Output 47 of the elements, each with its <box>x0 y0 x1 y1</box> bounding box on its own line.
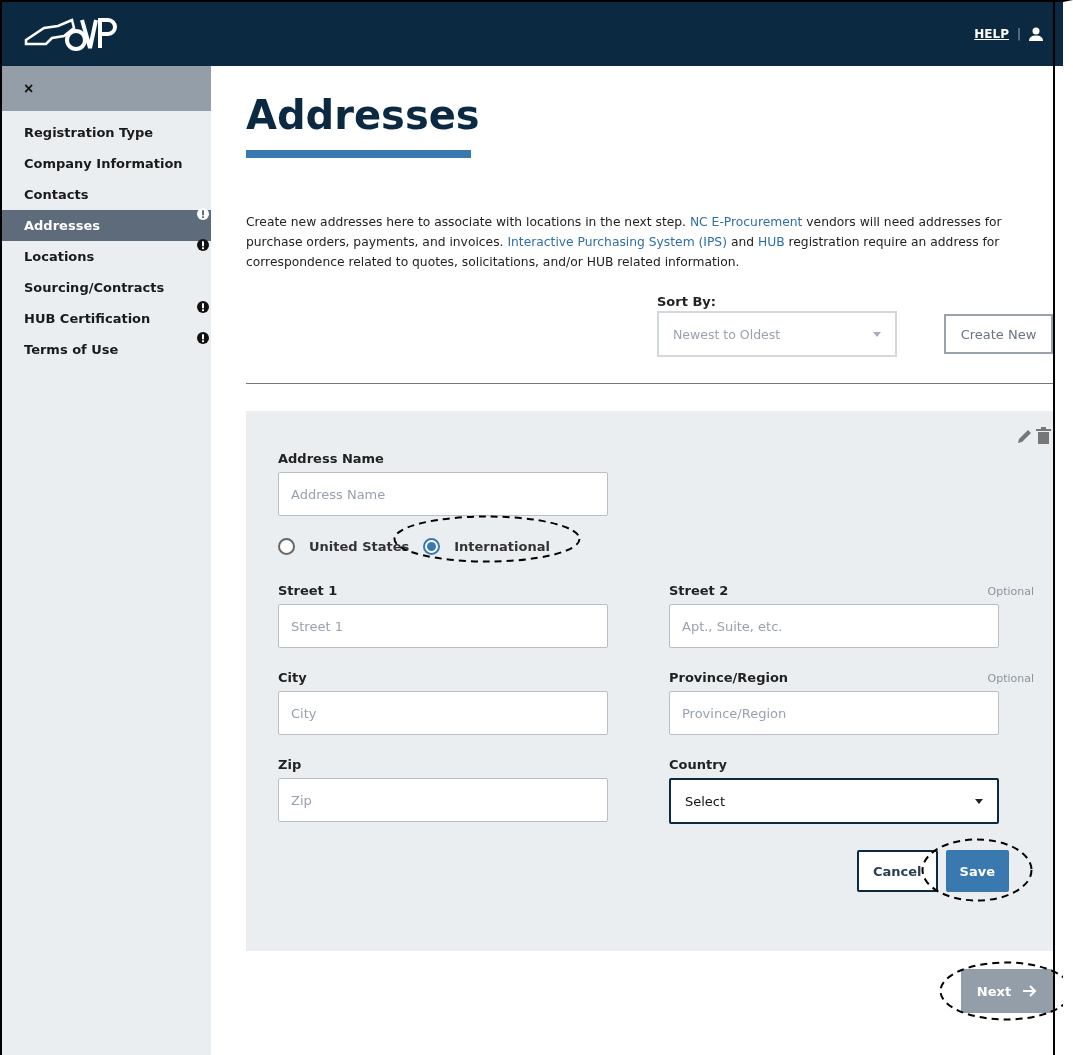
text-field[interactable]: Street 1 <box>278 604 608 648</box>
arrow-right-icon <box>1023 985 1038 997</box>
address-name-field[interactable]: Address Name <box>278 472 608 516</box>
alert-icon <box>197 208 209 220</box>
cancel-button[interactable]: Cancel <box>857 850 938 892</box>
field-label: Address Name <box>278 451 385 466</box>
caret-icon <box>975 798 983 804</box>
text-field[interactable]: Zip <box>278 778 608 822</box>
field-label: City <box>278 670 307 685</box>
caret-icon <box>873 331 881 337</box>
intro-paragraph: Create new addresses here to associate with locations in the next step. NC E-Procurement vendors will need addresses for purchase orders, payments, and invoices. Interactive Purchasing System (IPS) and HUB registration require an address for correspondence related to quotes, solicitations, and/or HUB related information. <box>246 214 1003 271</box>
radio-option[interactable]: United States <box>278 538 410 555</box>
sidebar-item[interactable]: HUB Certification <box>2 303 211 334</box>
field-label: Street 2 <box>669 583 729 598</box>
sort-label: Sort By: <box>657 294 718 309</box>
intro-link[interactable]: Interactive Purchasing System (IPS) <box>507 235 727 249</box>
intro-link[interactable]: HUB <box>757 235 785 249</box>
separator: | <box>1016 27 1021 41</box>
field-label: Country <box>669 757 728 772</box>
alert-icon <box>197 301 209 313</box>
field-label: Province/Region <box>669 670 789 685</box>
edit-icon[interactable] <box>1016 427 1034 445</box>
user-icon[interactable] <box>1029 27 1043 41</box>
intro-link[interactable]: NC E-Procurement <box>689 215 803 229</box>
optional-note: Optional <box>987 672 1034 685</box>
field-label: Zip <box>278 757 302 772</box>
sidebar-item[interactable]: Registration Type <box>2 117 211 148</box>
sidebar-item[interactable]: Locations <box>2 241 211 272</box>
page-title: Addresses <box>246 92 481 138</box>
save-button[interactable]: Save <box>945 850 1009 892</box>
trash-icon[interactable] <box>1036 427 1051 445</box>
alert-icon <box>197 239 209 251</box>
sidebar-item[interactable]: Sourcing/Contracts <box>2 272 211 303</box>
close-button[interactable]: × <box>24 79 34 98</box>
sidebar-item[interactable]: Contacts <box>2 179 211 210</box>
help-link[interactable]: HELP <box>974 27 1009 41</box>
sidebar-item[interactable]: Addresses <box>2 210 211 241</box>
text-field[interactable]: Apt., Suite, etc. <box>669 604 999 648</box>
create-new-button[interactable]: Create New <box>944 314 1053 354</box>
sidebar-item[interactable]: Terms of Use <box>2 334 211 365</box>
field-label: Street 1 <box>278 583 338 598</box>
text-field[interactable]: City <box>278 691 608 735</box>
alert-icon <box>197 332 209 344</box>
sidebar-item[interactable]: Company Information <box>2 148 211 179</box>
optional-note: Optional <box>987 585 1034 598</box>
country-dropdown[interactable]: Select <box>669 778 999 824</box>
text-field[interactable]: Province/Region <box>669 691 999 735</box>
